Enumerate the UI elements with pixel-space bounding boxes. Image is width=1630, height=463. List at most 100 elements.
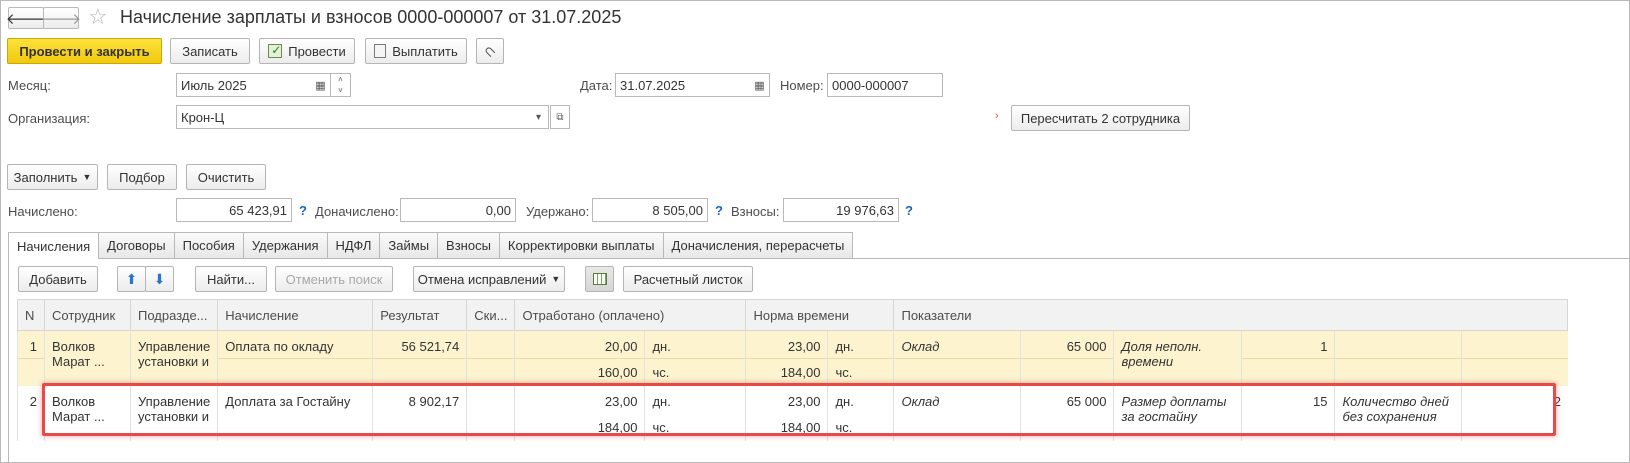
worked-days-cell[interactable]: 23,00 (514, 385, 645, 416)
post-and-close-button[interactable]: Провести и закрыть (7, 38, 162, 64)
indicator-2-value[interactable]: 15 (1241, 385, 1335, 416)
discount-cell[interactable] (466, 330, 515, 359)
employee-cell[interactable]: Волков Марат ... (44, 330, 131, 386)
indicator-3-value[interactable]: 2 (1461, 385, 1568, 416)
discount-cell-empty (466, 415, 515, 441)
date-calendar-button[interactable]: ▦ (750, 73, 770, 97)
indicator-1-value[interactable]: 65 000 (1020, 385, 1114, 416)
result-cell-empty (372, 358, 467, 386)
save-button[interactable]: Записать (170, 38, 250, 64)
tab-contributions[interactable]: Взносы (437, 232, 500, 258)
move-down-button[interactable]: ⬇ (145, 266, 174, 292)
department-cell[interactable]: Управление установки и (129, 330, 218, 386)
withheld-label: Удержано: (526, 204, 590, 219)
col-header-accrual[interactable]: Начисление (217, 299, 374, 331)
result-cell[interactable]: 8 902,17 (372, 385, 467, 416)
payslip-button[interactable]: Расчетный листок (623, 266, 753, 292)
norm-days-cell[interactable]: 23,00 (745, 330, 828, 359)
paperclip-icon: ⊂ (480, 40, 501, 61)
add-row-button[interactable]: Добавить (18, 266, 98, 292)
norm-days-cell[interactable]: 23,00 (745, 385, 828, 416)
tab-benefits[interactable]: Пособия (173, 232, 244, 258)
recalculate-employees-button[interactable]: Пересчитать 2 сотрудника (1011, 105, 1190, 131)
number-field[interactable]: 0000-000007 (827, 73, 943, 97)
favorite-star-icon[interactable]: ☆ (88, 4, 108, 30)
fill-dropdown-button[interactable]: Заполнить ▼ (7, 164, 98, 190)
cancel-search-button[interactable]: Отменить поиск (275, 266, 393, 292)
table-row[interactable]: 1 Волков Марат ... Управление установки … (17, 330, 1568, 386)
norm-days-unit: дн. (827, 385, 894, 416)
organization-dropdown-button[interactable]: ▾ (529, 105, 549, 129)
tab-accruals[interactable]: Начисления (8, 232, 100, 259)
col-header-worked[interactable]: Отработано (оплачено) (514, 299, 747, 331)
month-field[interactable]: Июль 2025 (176, 73, 312, 97)
indicator-1-name: Оклад (893, 330, 1021, 359)
tab-loans[interactable]: Займы (379, 232, 439, 258)
indicator-1-value[interactable]: 65 000 (1020, 330, 1114, 359)
accrued-value: 65 423,91 (176, 198, 292, 222)
stepper-up-icon[interactable]: ˄ (331, 74, 350, 85)
select-button[interactable]: Подбор (107, 164, 177, 190)
accrual-cell[interactable]: Доплата за Гостайну (217, 385, 373, 416)
indicator-3-name (1334, 330, 1462, 359)
find-button[interactable]: Найти... (195, 266, 267, 292)
accrual-cell-empty (217, 415, 373, 441)
col-header-indicators[interactable]: Показатели (893, 299, 1569, 331)
pay-button[interactable]: Выплатить (365, 38, 467, 64)
nav-back-button[interactable]: 🡐 (6, 7, 46, 29)
worked-hours-cell[interactable]: 160,00 (514, 358, 645, 386)
indicator-3-name: Количество дней без сохранения (1334, 385, 1462, 441)
tab-deductions[interactable]: Удержания (242, 232, 328, 258)
department-cell[interactable]: Управление установки и (129, 385, 218, 441)
organization-open-button[interactable]: ⧉ (550, 105, 570, 129)
indicator-empty (893, 415, 1021, 441)
arrow-up-icon: ⬆ (125, 270, 138, 287)
stepper-down-icon[interactable]: ˅ (331, 85, 350, 96)
col-header-n[interactable]: N (17, 299, 45, 331)
col-header-norm[interactable]: Норма времени (745, 299, 895, 331)
indicator-3-value[interactable] (1461, 330, 1568, 359)
post-button[interactable]: ✓ Провести (259, 38, 355, 64)
tab-contracts[interactable]: Договоры (98, 232, 175, 258)
withheld-value: 8 505,00 (592, 198, 708, 222)
employee-cell[interactable]: Волков Марат ... (44, 385, 131, 441)
contributions-help-icon[interactable]: ? (905, 203, 913, 218)
col-header-result[interactable]: Результат (372, 299, 468, 331)
indicator-2-value[interactable]: 1 (1241, 330, 1335, 359)
tab-payment-adjustments[interactable]: Корректировки выплаты (498, 232, 664, 258)
open-window-icon: ⧉ (556, 111, 564, 123)
indicator-empty (1334, 358, 1462, 386)
move-up-button[interactable]: ⬆ (117, 266, 146, 292)
col-header-department[interactable]: Подразде... (129, 299, 219, 331)
discount-cell[interactable] (466, 385, 515, 416)
worked-days-cell[interactable]: 20,00 (514, 330, 645, 359)
withheld-help-icon[interactable]: ? (715, 203, 723, 218)
table-row-hours[interactable]: 160,00 чс. 184,00 чс. (17, 358, 1568, 386)
cancel-fixes-dropdown[interactable]: Отмена исправлений ▼ (413, 266, 565, 292)
clear-button[interactable]: Очистить (186, 164, 266, 190)
norm-hours-unit: чс. (827, 415, 894, 441)
month-stepper[interactable]: ˄ ˅ (331, 73, 351, 97)
date-field[interactable]: 31.07.2025 (615, 73, 751, 97)
attach-file-button[interactable]: ⊂ (476, 38, 504, 64)
month-calendar-button[interactable]: ▦ (311, 73, 331, 97)
tab-ndfl[interactable]: НДФЛ (326, 232, 381, 258)
table-header-row: N Сотрудник Подразде... Начисление Резул… (17, 299, 1569, 331)
col-header-discount[interactable]: Ски... (466, 299, 516, 331)
table-settings-button[interactable] (585, 266, 614, 292)
nav-forward-button[interactable]: 🡒 (41, 7, 81, 29)
norm-hours-cell[interactable]: 184,00 (745, 415, 828, 441)
pay-button-label: Выплатить (392, 43, 458, 59)
worked-hours-cell[interactable]: 184,00 (514, 415, 645, 441)
row-number: 2 (17, 385, 45, 416)
table-add-icon (592, 273, 607, 285)
indicator-empty (1020, 358, 1114, 386)
norm-hours-cell[interactable]: 184,00 (745, 358, 828, 386)
accrual-cell[interactable]: Оплата по окладу (217, 330, 373, 359)
organization-field[interactable]: Крон-Ц (176, 105, 530, 129)
accrued-help-icon[interactable]: ? (299, 203, 307, 218)
col-header-employee[interactable]: Сотрудник (44, 299, 131, 331)
table-row[interactable]: 2 Волков Марат ... Управление установки … (17, 385, 1568, 441)
result-cell[interactable]: 56 521,74 (372, 330, 467, 359)
tab-recalculations[interactable]: Доначисления, перерасчеты (662, 232, 854, 258)
